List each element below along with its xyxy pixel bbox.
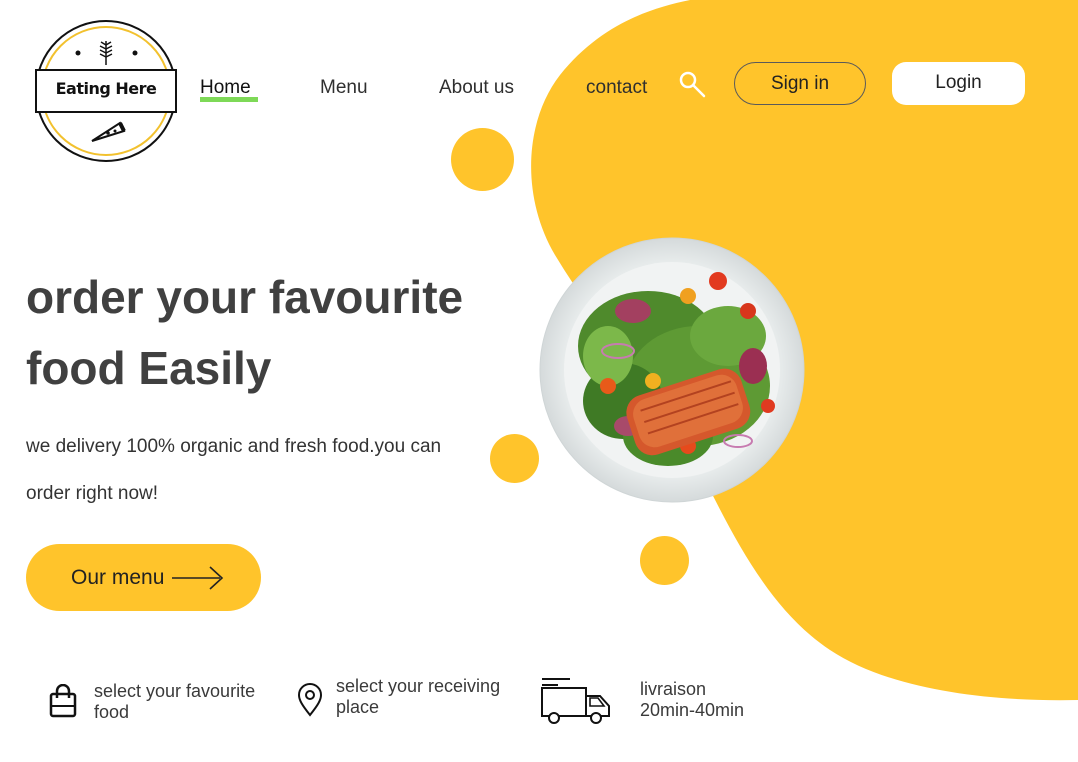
hero-title-line2: food Easily	[26, 342, 272, 394]
feature-line: select your favourite	[94, 681, 256, 701]
feature-line: 20min-40min	[640, 700, 745, 720]
feature-delivery-time: livraison 20min-40min	[640, 679, 744, 721]
shopping-bag-icon	[49, 684, 77, 718]
search-icon[interactable]	[678, 70, 708, 100]
feature-line: livraison	[640, 679, 707, 699]
logo[interactable]: Eating Here	[34, 19, 178, 163]
nav-about-link[interactable]: About us	[439, 77, 514, 99]
hero-subtitle: we delivery 100% organic and fresh food.…	[26, 423, 496, 517]
hero-subtitle-line2: order right now!	[26, 483, 159, 504]
feature-line: place	[336, 697, 380, 717]
delivery-truck-icon	[541, 678, 610, 724]
decor-dot	[640, 536, 689, 585]
login-button[interactable]: Login	[892, 62, 1025, 105]
logo-text: Eating Here	[55, 79, 157, 98]
nav-contact-link[interactable]: contact	[586, 77, 647, 99]
feature-select-food: select your favourite food	[94, 681, 255, 723]
location-pin-icon	[297, 683, 323, 717]
arrow-right-icon	[172, 565, 224, 590]
decor-dot	[490, 434, 539, 483]
salad-plate-image	[539, 237, 805, 503]
sign-in-button[interactable]: Sign in	[734, 62, 866, 105]
feature-select-place: select your receiving place	[336, 676, 500, 718]
nav-active-underline	[200, 97, 258, 102]
hero-title-line1: order your favourite	[26, 271, 464, 323]
nav-home-link[interactable]: Home	[200, 77, 251, 99]
our-menu-button[interactable]: Our menu	[26, 544, 261, 611]
hero-title: order your favourite food Easily	[26, 262, 506, 404]
nav-menu-link[interactable]: Menu	[320, 77, 368, 99]
our-menu-label: Our menu	[71, 565, 165, 589]
hero-subtitle-line1: we delivery 100% organic and fresh food.…	[26, 436, 442, 457]
feature-line: select your receiving	[336, 676, 501, 696]
decor-dot	[451, 128, 514, 191]
feature-line: food	[94, 702, 130, 722]
